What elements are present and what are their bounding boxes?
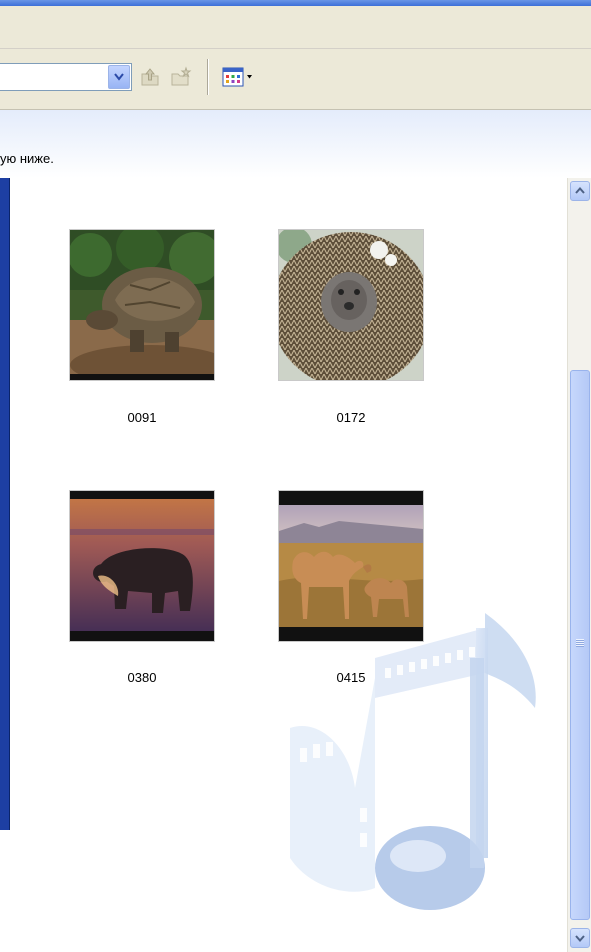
thumbnail-caption: 0172 — [336, 410, 366, 425]
new-folder-icon[interactable] — [168, 63, 194, 91]
vertical-scrollbar[interactable] — [567, 178, 591, 952]
instruction-text: ую ниже. — [0, 151, 54, 166]
views-icon[interactable] — [218, 63, 260, 91]
thumbnail-0415[interactable] — [279, 491, 423, 641]
thumbnail-0380[interactable] — [70, 491, 214, 641]
hedgehog-image — [279, 230, 423, 380]
thumbnail-caption: 0091 — [127, 410, 157, 425]
tortoise-image — [70, 230, 214, 380]
music-note-watermark-icon — [290, 613, 536, 910]
combo-dropdown-icon[interactable] — [108, 65, 130, 89]
thumbnail-caption: 0380 — [127, 670, 157, 685]
file-list-view: 0091 0172 0380 0415 — [0, 178, 567, 952]
left-panel-edge — [0, 178, 10, 830]
camels-image — [279, 491, 423, 641]
up-folder-icon[interactable] — [137, 63, 163, 91]
task-header — [0, 110, 591, 178]
scroll-down-icon[interactable] — [570, 928, 590, 948]
thumbnail-caption: 0415 — [336, 670, 366, 685]
menu-bar — [0, 6, 591, 49]
scroll-thumb[interactable] — [570, 370, 590, 920]
scroll-up-icon[interactable] — [570, 181, 590, 201]
scroll-grip-icon — [576, 639, 584, 647]
folder-path-combo[interactable] — [0, 63, 132, 91]
toolbar-separator — [207, 59, 208, 95]
toolbar — [0, 49, 591, 110]
thumbnail-0172[interactable] — [279, 230, 423, 380]
polar-bear-image — [70, 491, 214, 641]
thumbnail-0091[interactable] — [70, 230, 214, 380]
